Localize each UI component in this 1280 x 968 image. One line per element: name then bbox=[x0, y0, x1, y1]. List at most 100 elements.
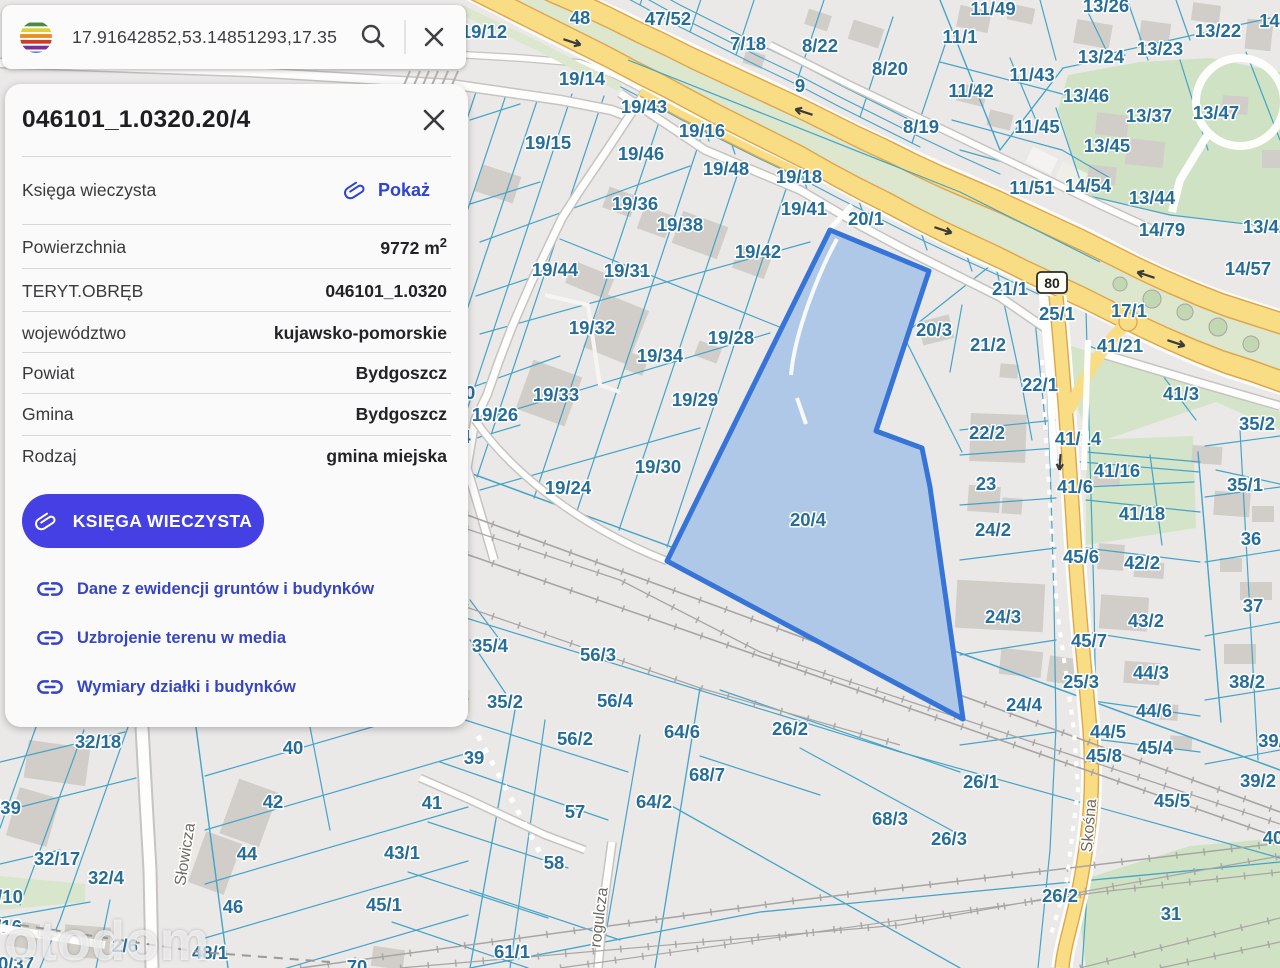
svg-text:44: 44 bbox=[237, 843, 258, 864]
svg-text:23: 23 bbox=[976, 473, 997, 494]
svg-text:26/2: 26/2 bbox=[1042, 885, 1078, 906]
svg-text:11/42: 11/42 bbox=[948, 80, 993, 101]
svg-text:35/4: 35/4 bbox=[472, 635, 509, 656]
svg-text:13/45: 13/45 bbox=[1084, 135, 1130, 156]
svg-text:68/3: 68/3 bbox=[872, 808, 908, 829]
svg-text:26/1: 26/1 bbox=[963, 771, 999, 792]
svg-text:47/52: 47/52 bbox=[645, 8, 691, 29]
svg-text:13/47: 13/47 bbox=[1193, 102, 1239, 123]
svg-text:19/12: 19/12 bbox=[461, 21, 507, 42]
svg-text:41/21: 41/21 bbox=[1097, 335, 1143, 356]
svg-text:36: 36 bbox=[1241, 528, 1262, 549]
svg-text:/39: /39 bbox=[0, 797, 21, 818]
svg-text:35/2: 35/2 bbox=[1239, 413, 1275, 434]
svg-text:26/3: 26/3 bbox=[931, 828, 967, 849]
svg-text:19/30: 19/30 bbox=[635, 456, 681, 477]
svg-text:45/7: 45/7 bbox=[1071, 630, 1107, 651]
svg-text:14/57: 14/57 bbox=[1225, 258, 1271, 279]
svg-text:41/6: 41/6 bbox=[1057, 476, 1093, 497]
svg-text:13/37: 13/37 bbox=[1126, 105, 1172, 126]
svg-text:14/79: 14/79 bbox=[1139, 219, 1185, 240]
svg-text:14/: 14/ bbox=[1259, 10, 1280, 31]
svg-text:/10: /10 bbox=[0, 886, 23, 907]
svg-text:21/2: 21/2 bbox=[970, 334, 1006, 355]
svg-text:35/2: 35/2 bbox=[487, 691, 523, 712]
svg-text:42/2: 42/2 bbox=[1124, 552, 1160, 573]
svg-text:56/3: 56/3 bbox=[580, 644, 616, 665]
svg-text:80: 80 bbox=[1044, 275, 1060, 291]
svg-text:42: 42 bbox=[263, 791, 284, 812]
svg-text:7/18: 7/18 bbox=[730, 33, 766, 54]
svg-text:19/34: 19/34 bbox=[637, 345, 684, 366]
svg-text:45/1: 45/1 bbox=[366, 894, 402, 915]
svg-text:13/24: 13/24 bbox=[1078, 46, 1125, 67]
svg-text:8/20: 8/20 bbox=[872, 58, 908, 79]
svg-text:45/6: 45/6 bbox=[1063, 546, 1099, 567]
svg-text:40: 40 bbox=[1263, 827, 1280, 848]
svg-text:45/5: 45/5 bbox=[1154, 790, 1190, 811]
svg-text:56/2: 56/2 bbox=[557, 728, 593, 749]
svg-text:19/16: 19/16 bbox=[679, 120, 725, 141]
svg-text:44/5: 44/5 bbox=[1090, 721, 1126, 742]
svg-text:38/2: 38/2 bbox=[1229, 671, 1265, 692]
svg-text:19/24: 19/24 bbox=[545, 477, 592, 498]
svg-text:13/46: 13/46 bbox=[1063, 85, 1109, 106]
svg-text:41/14: 41/14 bbox=[1055, 428, 1102, 449]
svg-text:19/33: 19/33 bbox=[533, 384, 579, 405]
svg-text:11/45: 11/45 bbox=[1014, 116, 1059, 137]
svg-text:20/1: 20/1 bbox=[848, 208, 884, 229]
svg-text:24/2: 24/2 bbox=[975, 519, 1011, 540]
svg-text:19/14: 19/14 bbox=[559, 68, 606, 89]
svg-text:11/43: 11/43 bbox=[1009, 64, 1054, 85]
svg-text:39/2: 39/2 bbox=[1240, 770, 1276, 791]
svg-text:11/49: 11/49 bbox=[970, 0, 1015, 19]
svg-text:17/1: 17/1 bbox=[1111, 300, 1147, 321]
svg-text:44/3: 44/3 bbox=[1133, 662, 1169, 683]
svg-text:46: 46 bbox=[223, 896, 244, 917]
svg-text:56/4: 56/4 bbox=[597, 690, 634, 711]
svg-text:25/3: 25/3 bbox=[1063, 671, 1099, 692]
svg-text:58: 58 bbox=[544, 852, 565, 873]
svg-text:13/22: 13/22 bbox=[1195, 20, 1241, 41]
svg-text:32/4: 32/4 bbox=[88, 867, 125, 888]
svg-text:19/36: 19/36 bbox=[612, 193, 658, 214]
svg-text:64/6: 64/6 bbox=[664, 721, 700, 742]
svg-text:19/18: 19/18 bbox=[776, 166, 822, 187]
svg-text:19/15: 19/15 bbox=[525, 132, 571, 153]
svg-text:19/41: 19/41 bbox=[781, 198, 827, 219]
svg-text:19/28: 19/28 bbox=[708, 327, 754, 348]
svg-text:14/54: 14/54 bbox=[1065, 175, 1112, 196]
svg-text:19/38: 19/38 bbox=[657, 214, 703, 235]
svg-text:19/42: 19/42 bbox=[735, 241, 781, 262]
svg-text:25/1: 25/1 bbox=[1039, 303, 1075, 324]
svg-text:11/51: 11/51 bbox=[1009, 177, 1054, 198]
svg-text:37: 37 bbox=[1243, 595, 1264, 616]
svg-text:45/8: 45/8 bbox=[1086, 745, 1122, 766]
svg-text:11/1: 11/1 bbox=[943, 26, 978, 47]
svg-text:8/19: 8/19 bbox=[903, 116, 939, 137]
svg-text:43/1: 43/1 bbox=[384, 842, 420, 863]
svg-text:13/44: 13/44 bbox=[1129, 187, 1176, 208]
svg-text:39: 39 bbox=[464, 747, 485, 768]
svg-text:19/29: 19/29 bbox=[672, 389, 718, 410]
svg-text:20/4: 20/4 bbox=[790, 509, 827, 530]
svg-text:57: 57 bbox=[565, 801, 586, 822]
svg-text:19/46: 19/46 bbox=[618, 143, 664, 164]
svg-text:19/48: 19/48 bbox=[703, 158, 749, 179]
svg-text:9: 9 bbox=[795, 75, 805, 96]
svg-text:24/4: 24/4 bbox=[1006, 694, 1043, 715]
svg-text:8/22: 8/22 bbox=[802, 35, 838, 56]
svg-text:41/3: 41/3 bbox=[1163, 383, 1199, 404]
svg-text:13/26: 13/26 bbox=[1083, 0, 1129, 16]
svg-text:22/1: 22/1 bbox=[1022, 374, 1058, 395]
svg-text:13/42: 13/42 bbox=[1243, 216, 1280, 237]
svg-text:19/44: 19/44 bbox=[532, 259, 579, 280]
svg-text:41/16: 41/16 bbox=[1094, 460, 1140, 481]
svg-text:41/18: 41/18 bbox=[1119, 503, 1165, 524]
svg-text:24/3: 24/3 bbox=[985, 606, 1021, 627]
svg-text:64/2: 64/2 bbox=[636, 791, 672, 812]
svg-text:44/6: 44/6 bbox=[1136, 700, 1172, 721]
svg-text:61/1: 61/1 bbox=[494, 941, 530, 962]
svg-text:31: 31 bbox=[1161, 903, 1182, 924]
svg-text:32/18: 32/18 bbox=[75, 731, 121, 752]
